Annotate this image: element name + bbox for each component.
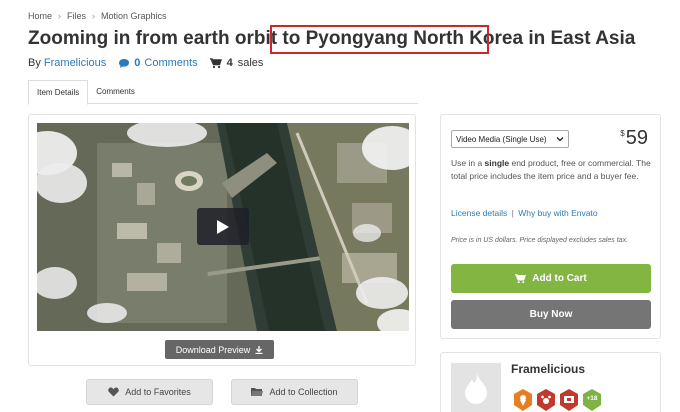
video-preview[interactable]: [37, 123, 409, 331]
folder-icon: [251, 388, 264, 396]
location-badge-icon: [514, 389, 532, 411]
breadcrumb-home[interactable]: Home: [28, 11, 52, 21]
play-button[interactable]: [197, 208, 249, 245]
favorites-label: Add to Favorites: [125, 387, 191, 397]
author-badges: +18: [513, 389, 602, 411]
license-select[interactable]: Video Media (Single Use): [451, 130, 569, 148]
buy-now-button[interactable]: Buy Now: [451, 300, 651, 329]
item-tabs: Item Details Comments: [28, 80, 418, 105]
years-badge-text: +18: [586, 395, 598, 402]
breadcrumb-files[interactable]: Files: [67, 11, 86, 21]
author-name[interactable]: Framelicious: [511, 362, 585, 376]
breadcrumb-motion-graphics[interactable]: Motion Graphics: [101, 11, 167, 21]
chevron-right-icon: ›: [58, 11, 62, 21]
license-details-link[interactable]: License details: [451, 208, 507, 218]
buy-now-label: Buy Now: [529, 309, 573, 320]
purchase-panel: Video Media (Single Use) $59 Use in a si…: [440, 114, 661, 339]
desc-bold: single: [484, 158, 510, 168]
author-panel: Framelicious +18: [440, 352, 661, 412]
play-icon: [217, 219, 229, 234]
link-separator: |: [511, 208, 514, 218]
desc-text-1: Use in a: [451, 158, 485, 168]
item-meta: By Framelicious 0 Comments 4 sales: [28, 57, 263, 69]
download-icon: [255, 345, 263, 354]
by-label: By: [28, 57, 41, 69]
cart-icon: [209, 57, 222, 68]
license-selected-value: Video Media (Single Use): [456, 134, 547, 144]
sales-label: sales: [237, 57, 264, 69]
collection-label: Add to Collection: [269, 387, 338, 397]
tab-item-details[interactable]: Item Details: [28, 80, 89, 105]
license-links: License details | Why buy with Envato: [451, 208, 598, 218]
add-to-cart-button[interactable]: Add to Cart: [451, 264, 651, 293]
item-price: $59: [620, 127, 648, 150]
download-preview-label: Download Preview: [175, 344, 251, 355]
license-description: Use in a single end product, free or com…: [451, 157, 656, 183]
add-to-collection-button[interactable]: Add to Collection: [231, 379, 358, 405]
cart-icon: [515, 273, 527, 283]
price-value: 59: [625, 127, 648, 149]
author-link[interactable]: Framelicious: [44, 57, 106, 69]
years-badge: +18: [582, 389, 602, 411]
preview-card: Download Preview: [28, 114, 416, 366]
sales-info: 4 sales: [209, 57, 264, 69]
add-to-cart-label: Add to Cart: [532, 273, 587, 284]
why-envato-link[interactable]: Why buy with Envato: [518, 208, 597, 218]
paw-badge-icon: [537, 389, 555, 411]
breadcrumb: Home › Files › Motion Graphics: [28, 11, 167, 21]
download-preview-button[interactable]: Download Preview: [165, 340, 274, 359]
comments-count: 0: [134, 57, 141, 69]
sales-count: 4: [226, 57, 233, 69]
community-badge-icon: [560, 389, 578, 411]
comment-icon: [119, 58, 130, 68]
chevron-down-icon: [556, 137, 564, 142]
currency-symbol: $: [620, 129, 625, 138]
author-byline: By Framelicious: [28, 57, 106, 69]
heart-icon: [108, 387, 119, 397]
highlight-annotation-box: [270, 25, 489, 54]
tab-comments[interactable]: Comments: [88, 80, 143, 103]
price-note: Price is in US dollars. Price displayed …: [451, 237, 629, 244]
comments-link[interactable]: 0 Comments: [118, 57, 198, 69]
default-avatar-icon: [465, 372, 487, 404]
comments-label: Comments: [144, 57, 198, 69]
avatar[interactable]: [451, 363, 501, 412]
chevron-right-icon: ›: [92, 11, 96, 21]
add-to-favorites-button[interactable]: Add to Favorites: [86, 379, 213, 405]
